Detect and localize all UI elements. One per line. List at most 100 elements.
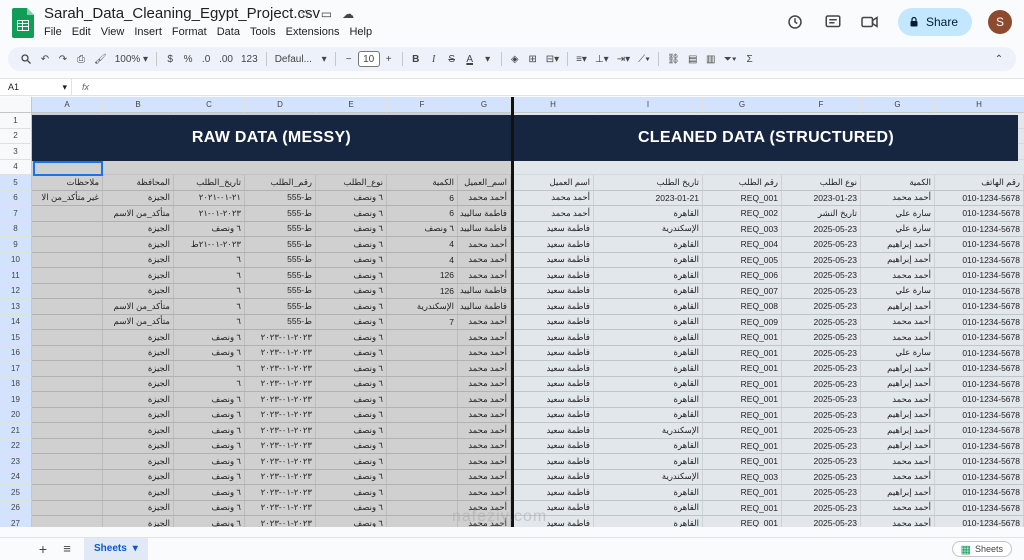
- clean-data-cell[interactable]: الإسكندرية: [594, 221, 703, 237]
- raw-data-cell[interactable]: [387, 361, 458, 377]
- clean-header-cell[interactable]: رقم الطلب: [703, 175, 782, 191]
- raw-data-cell[interactable]: ٢٠٢٣-٠١-٢٠٢٣: [245, 485, 316, 501]
- raw-data-cell[interactable]: الجيزة: [103, 438, 174, 454]
- raw-data-cell[interactable]: ٢٠٢٣-٠١-٢٠٢٣: [245, 438, 316, 454]
- clean-data-cell[interactable]: REQ_001: [703, 500, 782, 516]
- raw-data-cell[interactable]: ٢٠٢٣-٠١-٢٠٢٣: [245, 392, 316, 408]
- clean-data-cell[interactable]: فاطمة سعيد: [513, 454, 594, 470]
- clean-data-cell[interactable]: REQ_001: [703, 392, 782, 408]
- clean-data-cell[interactable]: فاطمة سعيد: [513, 361, 594, 377]
- raw-data-cell[interactable]: 555-ط: [245, 268, 316, 284]
- raw-data-cell[interactable]: متأكد_من الاسم: [103, 314, 174, 330]
- clean-data-cell[interactable]: 010-1234-5678: [935, 454, 1024, 470]
- clean-data-cell[interactable]: أحمد إبراهيم: [861, 252, 935, 268]
- raw-data-cell[interactable]: ٦: [174, 361, 245, 377]
- horizontal-align-icon[interactable]: ≡▾: [572, 49, 591, 69]
- raw-data-cell[interactable]: 126: [387, 283, 458, 299]
- raw-data-cell[interactable]: [32, 423, 103, 439]
- clean-data-cell[interactable]: REQ_001: [703, 345, 782, 361]
- clean-data-cell[interactable]: القاهرة: [594, 500, 703, 516]
- clean-data-cell[interactable]: 010-1234-5678: [935, 407, 1024, 423]
- clean-data-cell[interactable]: REQ_006: [703, 268, 782, 284]
- raw-data-cell[interactable]: ٦ ونصف: [316, 283, 387, 299]
- row-header[interactable]: 8: [0, 221, 32, 237]
- clean-data-cell[interactable]: REQ_003: [703, 221, 782, 237]
- clean-data-cell[interactable]: فاطمة سعيد: [513, 252, 594, 268]
- active-cell-selection[interactable]: [33, 161, 103, 176]
- raw-header-cell[interactable]: اسم_العميل: [458, 175, 511, 191]
- clean-data-cell[interactable]: القاهرة: [594, 252, 703, 268]
- clean-data-cell[interactable]: القاهرة: [594, 376, 703, 392]
- raw-data-cell[interactable]: ٦: [174, 314, 245, 330]
- raw-data-cell[interactable]: الجيزة: [103, 361, 174, 377]
- clean-data-cell[interactable]: REQ_001: [703, 423, 782, 439]
- clean-data-cell[interactable]: 010-1234-5678: [935, 438, 1024, 454]
- raw-data-cell[interactable]: ٦ ونصف: [174, 485, 245, 501]
- raw-data-cell[interactable]: ٢٠٢٣-٠١-٢٠٢٣: [245, 361, 316, 377]
- raw-data-cell[interactable]: الجيزة: [103, 392, 174, 408]
- raw-data-cell[interactable]: ٦ ونصف: [316, 376, 387, 392]
- raw-data-cell[interactable]: [387, 454, 458, 470]
- spreadsheet-grid[interactable]: A B C D E F G H I G F G H 1 2 3 4 5 6 7 8 9 10 11 12 13 14 15 16 17 18…: [0, 97, 1024, 527]
- clean-data-cell[interactable]: 2025-05-23: [782, 299, 861, 315]
- column-header[interactable]: C: [174, 97, 245, 113]
- clean-data-cell[interactable]: REQ_001: [703, 361, 782, 377]
- raw-data-cell[interactable]: 4: [387, 252, 458, 268]
- move-folder-icon[interactable]: ▭: [321, 7, 332, 21]
- history-icon[interactable]: [784, 11, 806, 33]
- menu-insert[interactable]: Insert: [134, 26, 162, 38]
- raw-data-cell[interactable]: ٦ ونصف: [174, 345, 245, 361]
- star-icon[interactable]: ☆: [300, 7, 311, 21]
- clean-header-cell[interactable]: اسم العميل: [513, 175, 594, 191]
- raw-data-cell[interactable]: [387, 376, 458, 392]
- row-header[interactable]: 11: [0, 268, 32, 284]
- clean-data-cell[interactable]: أحمد محمد: [861, 454, 935, 470]
- clean-data-cell[interactable]: سارة علي: [861, 283, 935, 299]
- clean-data-cell[interactable]: 010-1234-5678: [935, 423, 1024, 439]
- column-header[interactable]: B: [103, 97, 174, 113]
- clean-data-cell[interactable]: REQ_002: [703, 206, 782, 222]
- clean-header-cell[interactable]: رقم الهاتف: [935, 175, 1024, 191]
- raw-data-cell[interactable]: 126: [387, 268, 458, 284]
- clean-data-cell[interactable]: أحمد محمد: [513, 190, 594, 206]
- raw-data-cell[interactable]: [32, 206, 103, 222]
- raw-data-cell[interactable]: [32, 407, 103, 423]
- menu-help[interactable]: Help: [349, 26, 372, 38]
- row-header[interactable]: 27: [0, 516, 32, 527]
- clean-data-cell[interactable]: القاهرة: [594, 283, 703, 299]
- raw-data-cell[interactable]: أحمد محمد: [458, 268, 511, 284]
- clean-data-cell[interactable]: القاهرة: [594, 345, 703, 361]
- column-header[interactable]: G: [861, 97, 935, 113]
- clean-data-cell[interactable]: أحمد إبراهيم: [861, 299, 935, 315]
- print-icon[interactable]: ⎙: [72, 49, 90, 69]
- raw-data-cell[interactable]: ٦ ونصف: [316, 345, 387, 361]
- add-sheet-icon[interactable]: +: [34, 539, 52, 559]
- raw-data-cell[interactable]: 555-ط: [245, 190, 316, 206]
- raw-data-cell[interactable]: [32, 345, 103, 361]
- clean-data-cell[interactable]: 010-1234-5678: [935, 268, 1024, 284]
- raw-data-cell[interactable]: الجيزة: [103, 485, 174, 501]
- raw-data-cell[interactable]: [32, 221, 103, 237]
- column-header[interactable]: G: [458, 97, 511, 113]
- raw-header-cell[interactable]: الكمية: [387, 175, 458, 191]
- clean-data-cell[interactable]: REQ_001: [703, 454, 782, 470]
- bold-button[interactable]: B: [407, 49, 425, 69]
- clean-data-cell[interactable]: 2025-05-23: [782, 500, 861, 516]
- column-header[interactable]: D: [245, 97, 316, 113]
- raw-data-cell[interactable]: 555-ط: [245, 314, 316, 330]
- raw-data-cell[interactable]: [32, 392, 103, 408]
- clean-data-cell[interactable]: 010-1234-5678: [935, 330, 1024, 346]
- raw-data-cell[interactable]: 4: [387, 237, 458, 253]
- raw-data-cell[interactable]: أحمد محمد: [458, 407, 511, 423]
- raw-data-cell[interactable]: 555-ط: [245, 237, 316, 253]
- clean-data-cell[interactable]: فاطمة سعيد: [513, 221, 594, 237]
- column-header[interactable]: A: [32, 97, 103, 113]
- row-header[interactable]: 15: [0, 330, 32, 346]
- clean-data-cell[interactable]: القاهرة: [594, 330, 703, 346]
- raw-data-cell[interactable]: [32, 361, 103, 377]
- raw-data-cell[interactable]: ٦ ونصف: [316, 423, 387, 439]
- clean-data-cell[interactable]: 010-1234-5678: [935, 221, 1024, 237]
- raw-data-cell[interactable]: الجيزة: [103, 376, 174, 392]
- clean-data-cell[interactable]: 2025-05-23: [782, 314, 861, 330]
- raw-data-cell[interactable]: أحمد محمد: [458, 361, 511, 377]
